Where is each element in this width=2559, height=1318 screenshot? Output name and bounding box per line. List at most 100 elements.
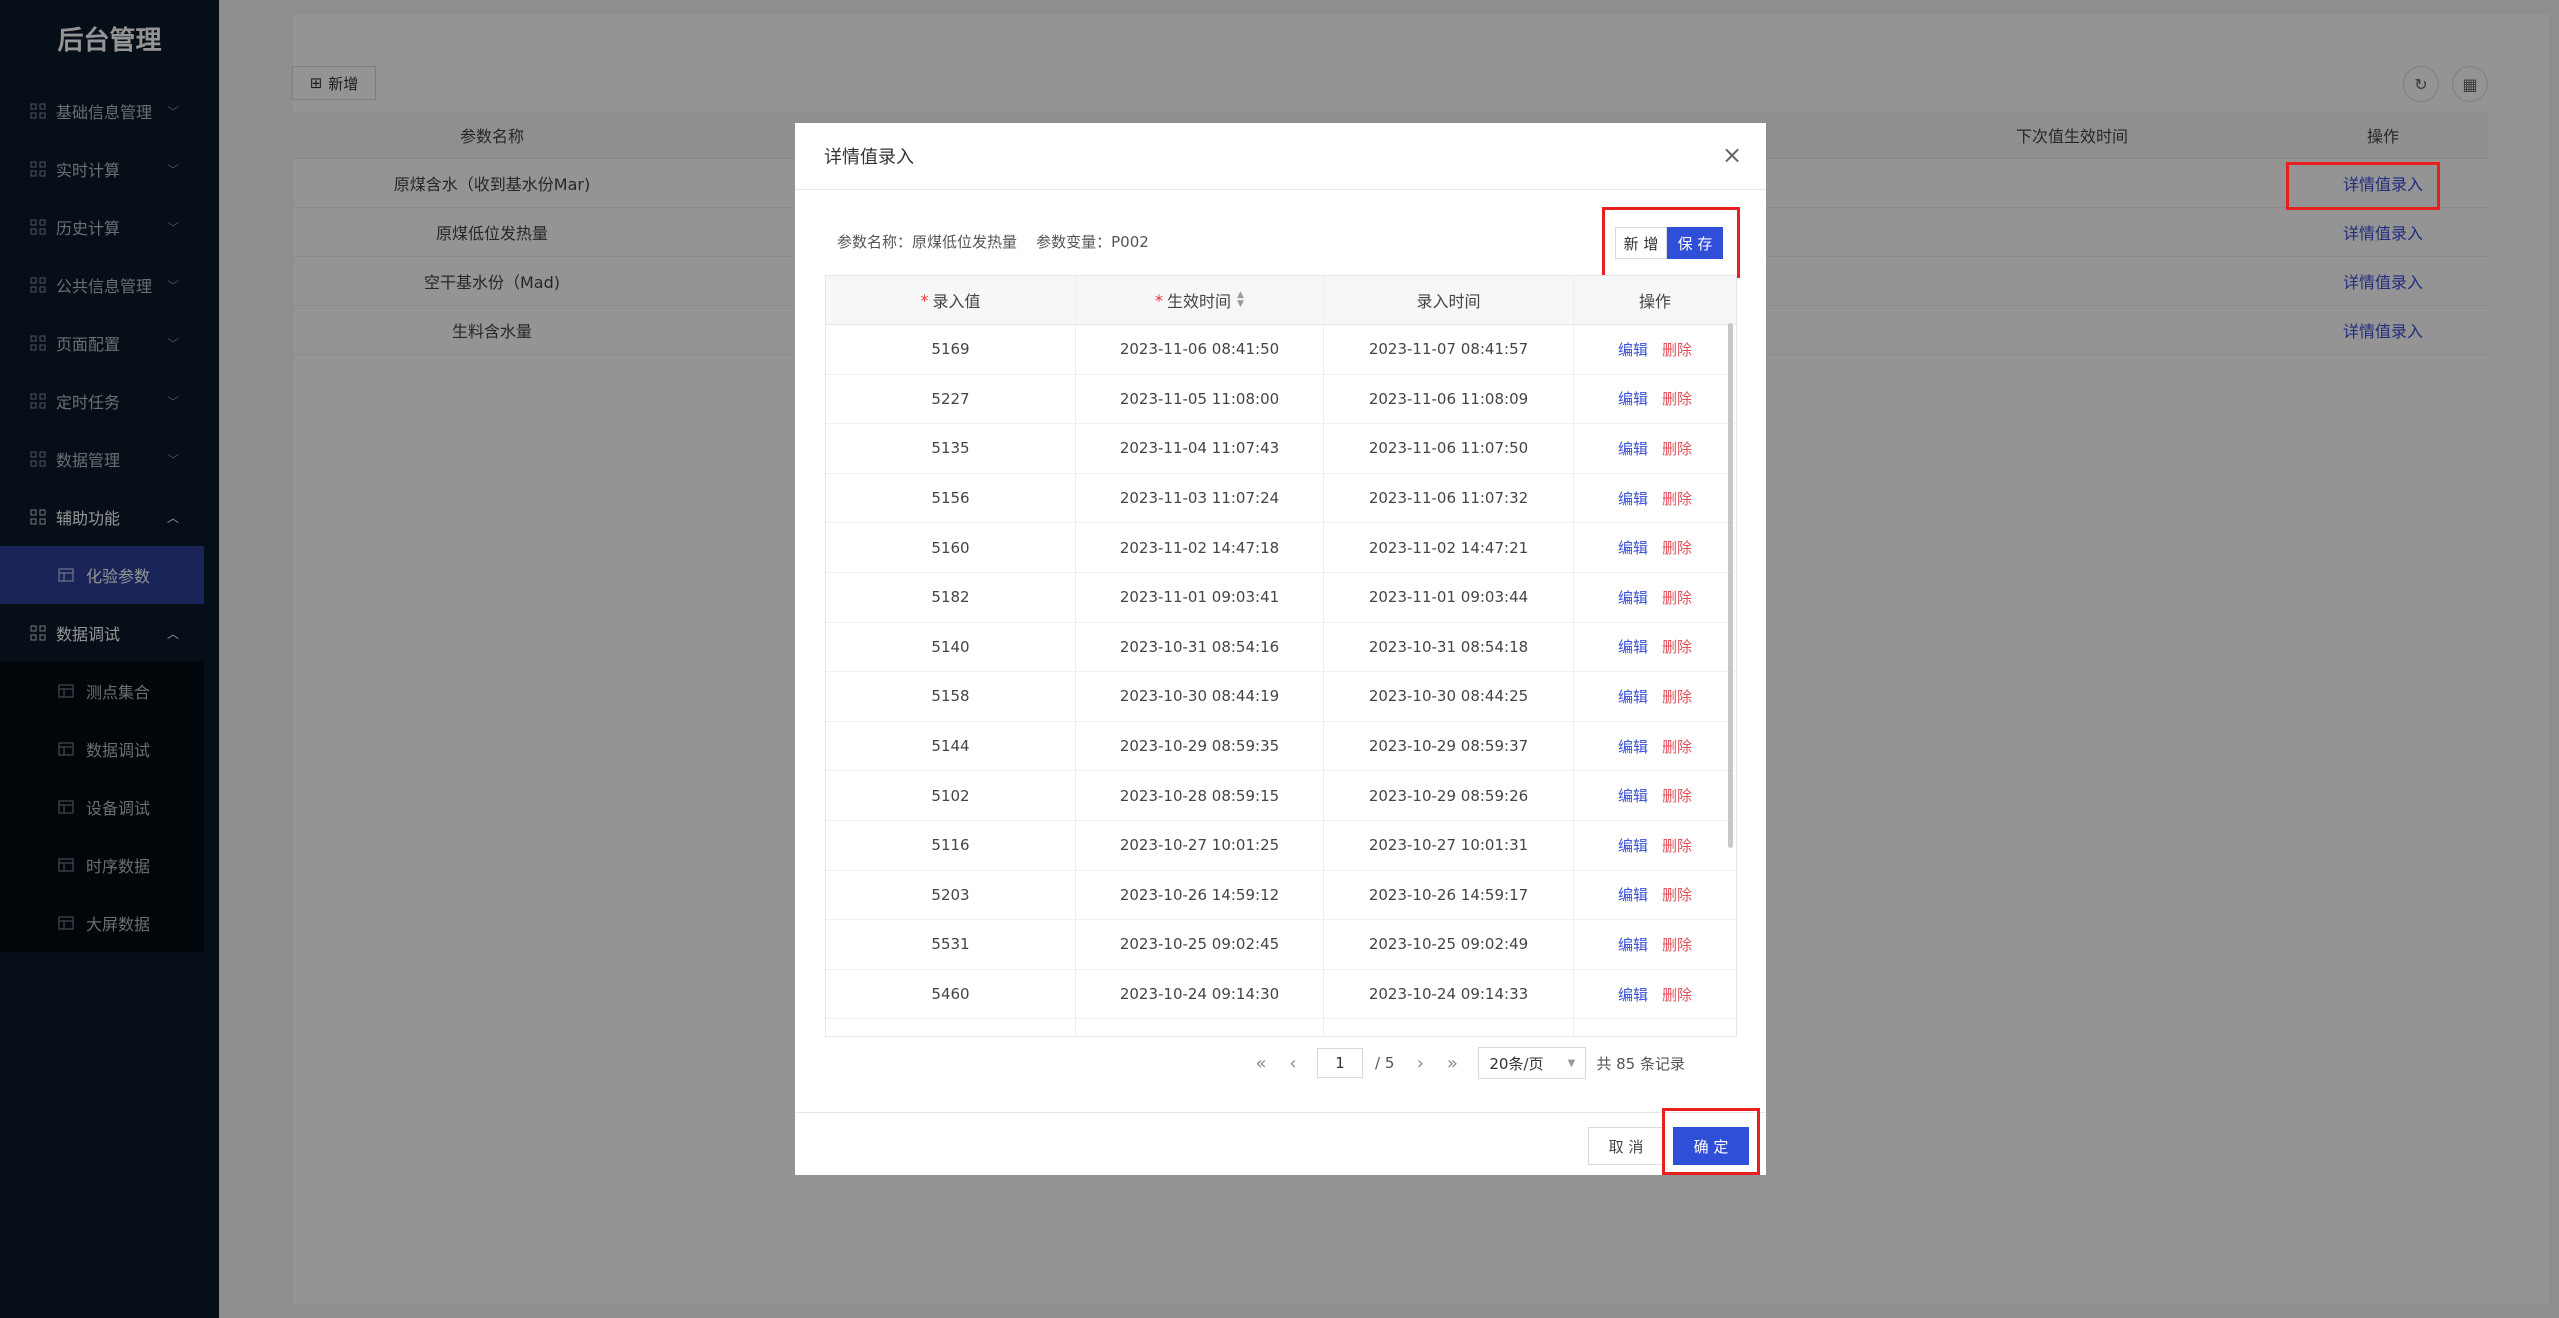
effective-time-cell: 2023-11-02 14:47:18 — [1076, 523, 1324, 572]
delete-link[interactable]: 删除 — [1662, 488, 1692, 509]
edit-link[interactable]: 编辑 — [1618, 785, 1648, 806]
value-cell: 5156 — [826, 473, 1076, 523]
effective-time-cell: 2023-10-26 14:59:12 — [1076, 870, 1324, 920]
detail-entry-dialog: 详情值录入 × 参数名称：原煤低位发热量 参数变量：P002 新 增 保 存 *… — [795, 123, 1766, 1175]
op-cell: 编辑删除 — [1574, 474, 1736, 523]
table-row: 5140 2023-10-31 08:54:16 2023-10-31 08:54:… — [826, 622, 1736, 673]
entry-time-cell: 2023-10-29 08:59:37 — [1324, 721, 1574, 771]
op-cell: 编辑删除 — [1574, 771, 1736, 820]
total-pages: / 5 — [1375, 1054, 1395, 1072]
table-row: 5156 2023-11-03 11:07:24 2023-11-06 11:07:… — [826, 473, 1736, 524]
last-page-icon[interactable]: » — [1436, 1053, 1468, 1074]
effective-time-cell: 2023-10-22 09:51:26 — [1076, 1019, 1324, 1036]
edit-link[interactable]: 编辑 — [1618, 488, 1648, 509]
effective-time-cell: 2023-11-05 11:08:00 — [1076, 374, 1324, 424]
value-cell: 5116 — [826, 820, 1076, 870]
page-size-select[interactable]: 20条/页 ▼ — [1478, 1047, 1587, 1079]
cancel-button[interactable]: 取 消 — [1588, 1127, 1664, 1165]
edit-link[interactable]: 编辑 — [1618, 686, 1648, 707]
delete-link[interactable]: 删除 — [1662, 388, 1692, 409]
edit-link[interactable]: 编辑 — [1618, 587, 1648, 608]
table-row: 5460 2023-10-24 09:14:30 2023-10-24 09:14:… — [826, 969, 1736, 1020]
delete-link[interactable]: 删除 — [1662, 984, 1692, 1005]
table-row: 5169 2023-11-06 08:41:50 2023-11-07 08:41:… — [826, 325, 1736, 375]
effective-time-cell: 2023-10-28 08:59:15 — [1076, 771, 1324, 820]
value-cell: 5135 — [826, 424, 1076, 473]
sort-icon[interactable]: ▲ ▼ — [1237, 291, 1244, 309]
delete-link[interactable]: 删除 — [1662, 785, 1692, 806]
param-var-value: P002 — [1111, 233, 1149, 251]
op-cell: 编辑删除 — [1574, 871, 1736, 920]
column-header-entry: 录入时间 — [1324, 276, 1574, 324]
delete-link[interactable]: 删除 — [1662, 835, 1692, 856]
op-cell: 编辑 删除 — [1574, 1019, 1736, 1036]
value-cell: 5144 — [826, 721, 1076, 771]
dialog-header: 详情值录入 × — [795, 123, 1766, 190]
delete-link[interactable]: 删除 — [1662, 1033, 1692, 1036]
delete-link[interactable]: 删除 — [1662, 636, 1692, 657]
delete-link[interactable]: 删除 — [1662, 339, 1692, 360]
entry-time-cell: 2023-11-06 11:07:50 — [1324, 424, 1574, 473]
caret-down-icon: ▼ — [1567, 1057, 1576, 1069]
value-cell: 5158 — [826, 672, 1076, 721]
op-cell: 编辑删除 — [1574, 325, 1736, 374]
highlight-box-detail-link — [2286, 162, 2440, 210]
edit-link[interactable]: 编辑 — [1618, 984, 1648, 1005]
value-cell: 5140 — [826, 622, 1076, 672]
value-cell: 5203 — [826, 870, 1076, 920]
entry-time-cell: 2023-11-06 11:07:32 — [1324, 473, 1574, 523]
pagination: « ‹ 1 / 5 › » 20条/页 ▼ 共 85 条记录 — [1245, 1046, 1685, 1080]
edit-link[interactable]: 编辑 — [1618, 636, 1648, 657]
next-page-icon[interactable]: › — [1404, 1053, 1436, 1074]
column-header-op: 操作 — [1638, 292, 1671, 311]
close-icon[interactable]: × — [1720, 143, 1744, 167]
effective-time-cell: 2023-10-31 08:54:16 — [1076, 622, 1324, 672]
edit-link[interactable]: 编辑 — [1618, 835, 1648, 856]
effective-time-cell: 2023-10-24 09:14:30 — [1076, 969, 1324, 1019]
op-cell: 编辑删除 — [1574, 920, 1736, 969]
entry-time-cell: 2023-10-24 09:14:33 — [1324, 969, 1574, 1019]
page-number-input[interactable]: 1 — [1317, 1048, 1363, 1078]
edit-link[interactable]: 编辑 — [1618, 388, 1648, 409]
dialog-title: 详情值录入 — [824, 147, 914, 168]
op-cell: 编辑删除 — [1574, 970, 1736, 1019]
first-page-icon[interactable]: « — [1245, 1053, 1277, 1074]
entry-time-cell: 2023-10-27 10:01:31 — [1324, 820, 1574, 870]
table-row: 5227 2023-11-05 11:08:00 2023-11-06 11:08:… — [826, 374, 1736, 425]
op-cell: 编辑删除 — [1574, 523, 1736, 572]
edit-link[interactable]: 编辑 — [1618, 934, 1648, 955]
effective-time-cell: 2023-10-29 08:59:35 — [1076, 721, 1324, 771]
value-cell: 5182 — [826, 572, 1076, 622]
delete-link[interactable]: 删除 — [1662, 884, 1692, 905]
value-cell: 5389 — [826, 1019, 1076, 1036]
table-row: 5203 2023-10-26 14:59:12 2023-10-26 14:59:… — [826, 870, 1736, 921]
entry-time-cell: 2023-10-30 08:44:25 — [1324, 672, 1574, 721]
table-row: 5116 2023-10-27 10:01:25 2023-10-27 10:01:… — [826, 820, 1736, 871]
delete-link[interactable]: 删除 — [1662, 438, 1692, 459]
entry-table-body: 5169 2023-11-06 08:41:50 2023-11-07 08:41:… — [826, 325, 1736, 1036]
effective-time-cell: 2023-11-04 11:07:43 — [1076, 424, 1324, 473]
edit-link[interactable]: 编辑 — [1618, 339, 1648, 360]
entry-table-header: * 录入值 * 生效时间 ▲ ▼ 录入时间 操作 — [826, 276, 1736, 325]
delete-link[interactable]: 删除 — [1662, 537, 1692, 558]
op-cell: 编辑删除 — [1574, 623, 1736, 672]
table-row: 5135 2023-11-04 11:07:43 2023-11-06 11:07:… — [826, 424, 1736, 474]
table-scrollbar[interactable] — [1728, 323, 1733, 848]
column-header-effective[interactable]: * 生效时间 ▲ ▼ — [1076, 276, 1324, 324]
delete-link[interactable]: 删除 — [1662, 587, 1692, 608]
entry-time-cell: 2023-10-29 08:59:26 — [1324, 771, 1574, 820]
edit-link[interactable]: 编辑 — [1618, 1033, 1648, 1036]
op-cell: 编辑删除 — [1574, 722, 1736, 771]
delete-link[interactable]: 删除 — [1662, 934, 1692, 955]
highlight-box-toolbar — [1602, 207, 1740, 278]
delete-link[interactable]: 删除 — [1662, 736, 1692, 757]
edit-link[interactable]: 编辑 — [1618, 438, 1648, 459]
entry-time-cell: 2023-10-23 09:51:34 — [1324, 1019, 1574, 1036]
edit-link[interactable]: 编辑 — [1618, 736, 1648, 757]
edit-link[interactable]: 编辑 — [1618, 884, 1648, 905]
prev-page-icon[interactable]: ‹ — [1277, 1053, 1309, 1074]
delete-link[interactable]: 删除 — [1662, 686, 1692, 707]
value-cell: 5531 — [826, 920, 1076, 969]
edit-link[interactable]: 编辑 — [1618, 537, 1648, 558]
value-cell: 5102 — [826, 771, 1076, 820]
